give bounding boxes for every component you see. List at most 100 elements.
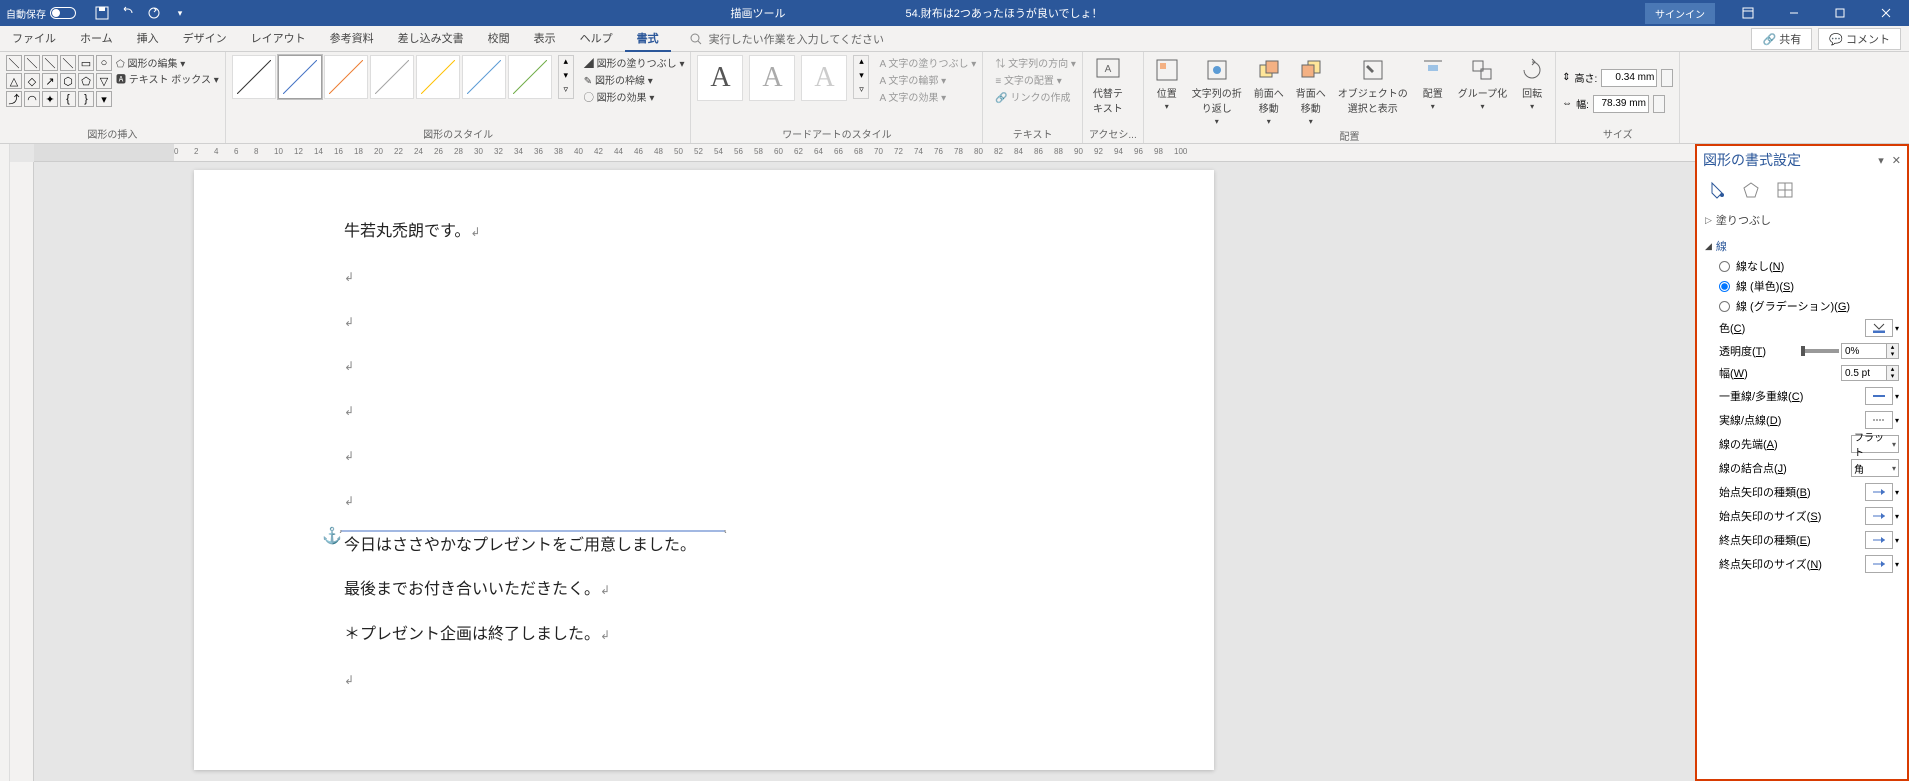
group-button[interactable]: グループ化▾ <box>1454 55 1511 113</box>
send-backward-button[interactable]: 背面へ 移動▾ <box>1292 55 1330 128</box>
join-row: 線の結合点(J) 角▾ <box>1705 456 1899 480</box>
share-button[interactable]: 🔗 共有 <box>1751 28 1812 50</box>
comment-button[interactable]: 💬 コメント <box>1818 28 1901 50</box>
gallery-more-icon[interactable]: ▿ <box>559 84 573 98</box>
maximize-icon[interactable] <box>1817 0 1863 26</box>
text-align-button[interactable]: ≡ 文字の配置 ▾ <box>995 72 1076 87</box>
document-scroll[interactable]: 牛若丸禿朗です。↲ ↲ ↲ ↲ ↲ ↲ ↲ ⚓ 今日はささやかなプレゼントをご用… <box>34 162 1695 781</box>
tab-view[interactable]: 表示 <box>522 26 568 52</box>
end-arrow-type-row: 終点矢印の種類(E) ▾ <box>1705 528 1899 552</box>
fill-line-tab-icon[interactable] <box>1707 180 1727 200</box>
tab-references[interactable]: 参考資料 <box>318 26 386 52</box>
close-icon[interactable] <box>1863 0 1909 26</box>
line-solid-radio[interactable]: 線 (単色)(S) <box>1705 276 1899 296</box>
begin-arrow-type-row: 始点矢印の種類(B) ▾ <box>1705 480 1899 504</box>
alt-text-button[interactable]: A 代替テ キスト <box>1089 55 1127 117</box>
shape-effects-button[interactable]: ◯ 図形の効果 ▾ <box>584 89 685 104</box>
fill-section-header[interactable]: ▷塗りつぶし <box>1705 210 1899 230</box>
vertical-ruler[interactable] <box>10 162 34 781</box>
shape-fill-button[interactable]: ◢ 図形の塗りつぶし ▾ <box>584 55 685 70</box>
text-box-button[interactable]: 🅰 テキスト ボックス ▾ <box>116 71 219 86</box>
tell-me-search[interactable]: 実行したい作業を入力してください <box>689 31 884 47</box>
begin-arrow-type-button[interactable] <box>1865 483 1893 501</box>
tab-insert[interactable]: 挿入 <box>125 26 171 52</box>
tab-home[interactable]: ホーム <box>68 26 125 52</box>
width-input[interactable] <box>1593 95 1649 113</box>
end-arrow-type-button[interactable] <box>1865 531 1893 549</box>
text-effects-button[interactable]: A 文字の効果 ▾ <box>879 89 976 104</box>
width-spinner[interactable] <box>1653 95 1665 113</box>
wa-gallery-down-icon[interactable]: ▾ <box>854 70 868 84</box>
tab-help[interactable]: ヘルプ <box>568 26 625 52</box>
shape-outline-button[interactable]: ✎ 図形の枠線 ▾ <box>584 72 685 87</box>
tab-file[interactable]: ファイル <box>0 26 68 52</box>
undo-icon[interactable] <box>120 5 136 21</box>
gallery-down-icon[interactable]: ▾ <box>559 70 573 84</box>
transparency-input[interactable]: ▴▾ <box>1841 343 1899 359</box>
align-button[interactable]: 配置▾ <box>1416 55 1450 113</box>
text-outline-button[interactable]: A 文字の輪郭 ▾ <box>879 72 976 87</box>
edit-shape-button[interactable]: ⬠ 図形の編集 ▾ <box>116 55 219 70</box>
line-none-radio[interactable]: 線なし(N) <box>1705 256 1899 276</box>
title-bar: 自動保存 ▾ 描画ツール 54.財布は2つあったほうが良いでしょ！ サインイン <box>0 0 1909 26</box>
wa-gallery-up-icon[interactable]: ▴ <box>854 56 868 70</box>
signin-button[interactable]: サインイン <box>1645 3 1715 24</box>
bring-forward-button[interactable]: 前面へ 移動▾ <box>1250 55 1288 128</box>
shape-style-gallery[interactable] <box>232 55 552 99</box>
tab-design[interactable]: デザイン <box>171 26 239 52</box>
transparency-slider[interactable] <box>1803 349 1839 353</box>
line-section-header[interactable]: ◢線 <box>1705 236 1899 256</box>
begin-arrow-size-row: 始点矢印のサイズ(S) ▾ <box>1705 504 1899 528</box>
wa-gallery-more-icon[interactable]: ▿ <box>854 84 868 98</box>
shapes-gallery[interactable]: ＼＼＼＼▭○ △◇↗⬡⬠▽ ⤴◠✦{}▾ <box>6 55 112 107</box>
effects-tab-icon[interactable] <box>1741 180 1761 200</box>
tab-review[interactable]: 校閲 <box>476 26 522 52</box>
horizontal-ruler[interactable]: /* ticks drawn below via loop */ 0246810… <box>34 144 1695 162</box>
line-color-button[interactable] <box>1865 319 1893 337</box>
compound-type-button[interactable] <box>1865 387 1893 405</box>
context-tool-label: 描画ツール <box>730 5 785 21</box>
height-spinner[interactable] <box>1661 69 1673 87</box>
ribbon-display-options-icon[interactable] <box>1725 0 1771 26</box>
tab-format[interactable]: 書式 <box>625 26 671 52</box>
line-width-input[interactable]: ▴▾ <box>1841 365 1899 381</box>
join-type-select[interactable]: 角▾ <box>1851 459 1899 477</box>
tab-layout[interactable]: レイアウト <box>239 26 318 52</box>
rotate-button[interactable]: 回転▾ <box>1515 55 1549 113</box>
autosave-label: 自動保存 <box>6 6 46 21</box>
anchor-icon[interactable]: ⚓ <box>322 515 342 560</box>
cap-type-select[interactable]: フラット▾ <box>1851 435 1899 453</box>
group-label-arrange: 配置 <box>1150 128 1549 145</box>
position-button[interactable]: 位置▾ <box>1150 55 1184 113</box>
begin-arrow-size-button[interactable] <box>1865 507 1893 525</box>
dash-type-button[interactable] <box>1865 411 1893 429</box>
selection-pane-button[interactable]: オブジェクトの 選択と表示 <box>1334 55 1412 117</box>
layout-tab-icon[interactable] <box>1775 180 1795 200</box>
text-fill-button[interactable]: A 文字の塗りつぶし ▾ <box>879 55 976 70</box>
tab-mailings[interactable]: 差し込み文書 <box>386 26 476 52</box>
group-wordart-styles: AAA ▴ ▾ ▿ A 文字の塗りつぶし ▾ A 文字の輪郭 ▾ A 文字の効果… <box>691 52 983 143</box>
selected-line-shape[interactable] <box>338 530 728 533</box>
transparency-row: 透明度(T) ▴▾ <box>1705 340 1899 362</box>
height-input[interactable] <box>1601 69 1657 87</box>
save-icon[interactable] <box>94 5 110 21</box>
end-arrow-size-button[interactable] <box>1865 555 1893 573</box>
page[interactable]: 牛若丸禿朗です。↲ ↲ ↲ ↲ ↲ ↲ ↲ ⚓ 今日はささやかなプレゼントをご用… <box>194 170 1214 770</box>
wrap-text-button[interactable]: 文字列の折 り返し▾ <box>1188 55 1246 128</box>
redo-icon[interactable] <box>146 5 162 21</box>
pane-options-icon[interactable]: ▾ <box>1878 154 1884 167</box>
group-label-wordart: ワードアートのスタイル <box>697 126 976 143</box>
end-arrow-size-row: 終点矢印のサイズ(N) ▾ <box>1705 552 1899 576</box>
text-direction-button[interactable]: ⇅ 文字列の方向 ▾ <box>995 55 1076 70</box>
gallery-up-icon[interactable]: ▴ <box>559 56 573 70</box>
format-shape-pane: 図形の書式設定 ▾ ✕ ▷塗りつぶし ◢線 線なし(N) 線 (単色)(S) 線… <box>1695 144 1909 781</box>
wordart-gallery[interactable]: AAA <box>697 55 847 101</box>
line-width-row: 幅(W) ▴▾ <box>1705 362 1899 384</box>
autosave-toggle[interactable]: 自動保存 <box>6 6 76 21</box>
pane-close-icon[interactable]: ✕ <box>1892 154 1901 167</box>
minimize-icon[interactable] <box>1771 0 1817 26</box>
qat-dropdown-icon[interactable]: ▾ <box>172 5 188 21</box>
doc-line-3: 最後までお付き合いいただきたく。 <box>344 581 600 598</box>
create-link-button[interactable]: 🔗 リンクの作成 <box>995 89 1076 104</box>
line-gradient-radio[interactable]: 線 (グラデーション)(G) <box>1705 296 1899 316</box>
